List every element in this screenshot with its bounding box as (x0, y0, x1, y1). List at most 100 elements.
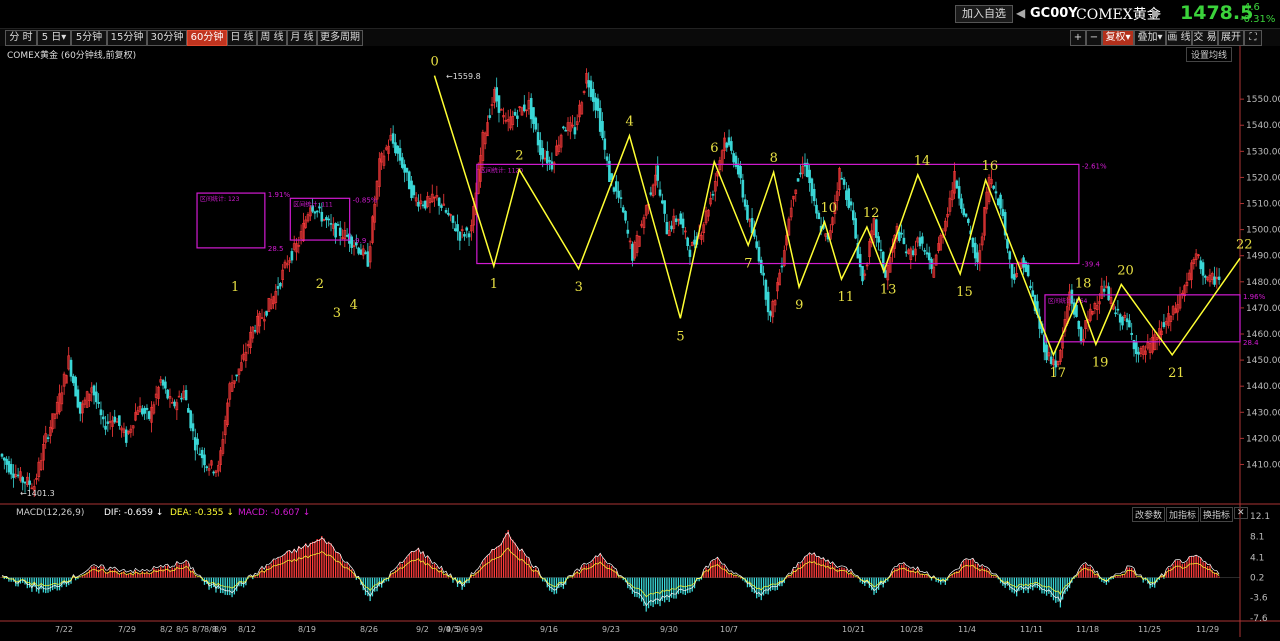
period-tab-0[interactable]: 分 时 (5, 30, 37, 46)
candle-body (1079, 327, 1083, 342)
candle-body (357, 247, 360, 254)
candle-body (1201, 262, 1205, 276)
chart-tool-4[interactable]: 画 线 (1166, 30, 1192, 46)
period-tab-3[interactable]: 15分钟 (107, 30, 147, 46)
date-label: 9/2 (416, 625, 429, 634)
wave-label: 1 (490, 277, 498, 292)
candle-body (458, 231, 462, 241)
candle-body (688, 249, 692, 257)
candle-body (495, 87, 498, 102)
macd-button-3[interactable]: ✕ (1234, 507, 1248, 519)
ma-settings-button[interactable]: 设置均线 (1186, 47, 1233, 62)
candle-body (345, 234, 349, 237)
period-tab-8[interactable]: 月 线 (287, 30, 317, 46)
candle-body (679, 213, 683, 225)
next-symbol-icon[interactable]: ▶ (1152, 6, 1161, 20)
macd-button-1[interactable]: 加指标 (1166, 507, 1200, 522)
date-label: 8/5 (176, 625, 189, 634)
chart-tool-1[interactable]: − (1086, 30, 1102, 46)
candle-body (497, 95, 501, 113)
range-box-inner-label: 区间统计: 1120 (480, 166, 523, 174)
candle-body (725, 142, 729, 148)
candle-body (465, 227, 469, 231)
candle-body (573, 127, 577, 135)
candle-body (410, 180, 413, 199)
candle-body (101, 416, 105, 420)
candle-body (290, 251, 294, 261)
chart-tool-2[interactable]: 复权▾ (1102, 30, 1134, 46)
candle-body (624, 211, 627, 221)
candle-body (879, 249, 883, 251)
period-tab-4[interactable]: 30分钟 (147, 30, 187, 46)
candle-body (106, 421, 110, 424)
macd-button-0[interactable]: 改参数 (1132, 507, 1166, 522)
range-box-top-label: 1.91% (268, 191, 291, 199)
chart-tool-7[interactable]: ⛶ (1244, 30, 1262, 46)
candle-body (902, 237, 906, 244)
candle-body (840, 177, 844, 180)
macd-tick-label: -3.6 (1250, 593, 1268, 603)
candle-body (325, 217, 328, 221)
period-tab-5[interactable]: 60分钟 (187, 30, 227, 46)
candle-body (16, 474, 20, 477)
prev-symbol-icon[interactable]: ◀ (1016, 6, 1025, 20)
wave-label-left: 3 (333, 306, 341, 321)
candle-body (1121, 316, 1124, 326)
candle-body (447, 212, 450, 215)
candle-body (21, 477, 25, 483)
price-tick-label: 1540.00 (1246, 121, 1280, 131)
chart-area[interactable]: 1.91% 28.5 区间统计: 123 -0.85% -9.9 区间统计: 111 -2.… (0, 46, 1280, 637)
candle-body (1114, 312, 1117, 315)
symbol-code: GC00Y (1030, 6, 1078, 21)
wave-label: 11 (837, 290, 854, 305)
candle-body (545, 150, 549, 164)
candle-body (976, 252, 979, 263)
add-watchlist-button[interactable]: 加入自选 (955, 5, 1013, 23)
candle-body (548, 160, 551, 162)
symbol-name: COMEX黄金 (1076, 7, 1161, 23)
candle-body (766, 291, 770, 313)
period-tab-6[interactable]: 日 线 (227, 30, 257, 46)
macd-button-2[interactable]: 换指标 (1200, 507, 1234, 522)
chart-tool-0[interactable]: + (1070, 30, 1086, 46)
period-tab-2[interactable]: 5分钟 (71, 30, 107, 46)
price-chart-svg[interactable]: 1.91% 28.5 区间统计: 123 -0.85% -9.9 区间统计: 111 -2.… (0, 46, 1280, 637)
wave-label: 5 (676, 329, 684, 344)
wave-label-left: 2 (316, 277, 324, 292)
candle-body (253, 330, 257, 332)
date-label: 11/11 (1020, 625, 1043, 634)
candle-body (141, 408, 144, 415)
period-tab-9[interactable]: 更多周期▾ (317, 30, 363, 57)
macd-tick-label: 12.1 (1250, 512, 1270, 522)
candle-body (564, 129, 567, 132)
candle-body (161, 379, 165, 386)
chart-tool-6[interactable]: 展开▸ (1218, 30, 1244, 57)
candle-body (1213, 276, 1216, 285)
high-marker: ←1559.8 (446, 72, 481, 81)
range-box-bottom-label: -39.4 (1082, 261, 1101, 269)
candle-body (605, 156, 609, 161)
wave-label: 6 (710, 141, 718, 156)
candle-body (649, 192, 653, 195)
candle-body (359, 249, 363, 255)
candle-body (681, 218, 685, 228)
candle-body (401, 157, 404, 168)
period-tab-7[interactable]: 周 线 (257, 30, 287, 46)
candle-body (1013, 274, 1016, 280)
candle-body (536, 132, 540, 146)
candle-body (911, 250, 915, 256)
candle-body (396, 145, 400, 154)
candle-body (72, 375, 75, 384)
candle-body (884, 270, 887, 278)
candle-body (736, 163, 740, 175)
candle-body (147, 411, 151, 419)
chart-tool-3[interactable]: 叠加▾ (1134, 30, 1166, 46)
chart-tool-5[interactable]: 交 易 (1192, 30, 1218, 46)
candle-body (665, 221, 669, 235)
candle-body (118, 415, 121, 426)
candle-body (1001, 209, 1005, 217)
period-tab-1[interactable]: 5 日▾ (37, 30, 71, 46)
candle-body (453, 228, 457, 231)
candle-body (440, 205, 443, 208)
candle-body (200, 449, 204, 459)
